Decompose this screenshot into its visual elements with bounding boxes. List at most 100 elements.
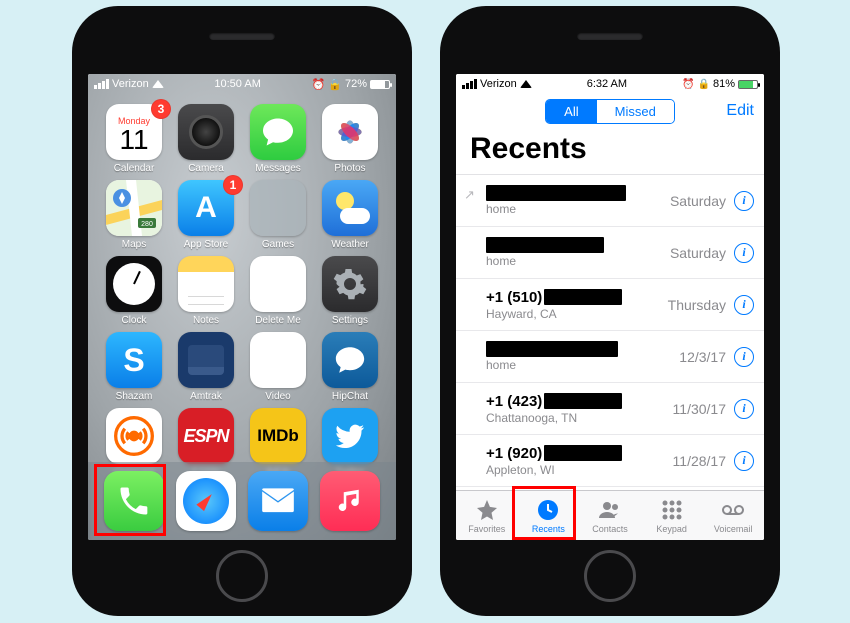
alarm-icon: ⏰ bbox=[312, 78, 326, 91]
folder-video[interactable]: Video bbox=[246, 332, 310, 402]
folder-games[interactable]: Games bbox=[246, 180, 310, 250]
call-main: home bbox=[486, 185, 670, 216]
folder-icon bbox=[250, 180, 306, 236]
info-icon[interactable]: i bbox=[734, 451, 754, 471]
imdb-icon: IMDb bbox=[250, 408, 306, 464]
edit-button[interactable]: Edit bbox=[726, 102, 754, 120]
app-shazam[interactable]: Shazam bbox=[102, 332, 166, 402]
iphone-right: Verizon 6:32 AM ⏰ 🔒 81% All Missed Edit bbox=[440, 6, 780, 616]
battery-percent: 72% bbox=[345, 78, 367, 90]
dock-mail[interactable] bbox=[248, 471, 308, 531]
call-main: +1 (510)Hayward, CA bbox=[486, 289, 668, 321]
svg-text:280: 280 bbox=[141, 221, 153, 228]
highlight-phone-app bbox=[94, 464, 166, 536]
redacted-name bbox=[544, 393, 622, 409]
call-source: Hayward, CA bbox=[486, 307, 668, 321]
app-hipchat[interactable]: HipChat bbox=[318, 332, 382, 402]
app-photos[interactable]: Photos bbox=[318, 104, 382, 174]
app-weather[interactable]: Weather bbox=[318, 180, 382, 250]
info-icon[interactable]: i bbox=[734, 243, 754, 263]
wifi-icon bbox=[520, 80, 532, 88]
tab-keypad[interactable]: Keypad bbox=[641, 497, 703, 534]
status-time: 6:32 AM bbox=[587, 78, 627, 90]
redacted-name bbox=[486, 237, 604, 253]
call-row[interactable]: ↗homeSaturdayi bbox=[456, 175, 764, 227]
call-source: home bbox=[486, 358, 679, 372]
carrier-label: Verizon bbox=[480, 78, 517, 90]
redacted-name bbox=[544, 289, 622, 305]
outgoing-icon: ↗ bbox=[464, 187, 475, 203]
call-date: Saturday bbox=[670, 245, 726, 261]
clock-icon bbox=[106, 256, 162, 312]
recents-screen: Verizon 6:32 AM ⏰ 🔒 81% All Missed Edit bbox=[456, 74, 764, 540]
maps-icon: 280 bbox=[106, 180, 162, 236]
app-camera[interactable]: Camera bbox=[174, 104, 238, 174]
info-icon[interactable]: i bbox=[734, 295, 754, 315]
call-list[interactable]: ↗homeSaturdayihomeSaturdayi+1 (510)Haywa… bbox=[456, 175, 764, 490]
call-row[interactable]: +1 (423)Chattanooga, TN11/30/17 i bbox=[456, 383, 764, 435]
signal-icon bbox=[94, 79, 109, 89]
app-clock[interactable]: Clock bbox=[102, 256, 166, 326]
call-name: +1 (510) bbox=[486, 289, 668, 306]
status-bar: Verizon 6:32 AM ⏰ 🔒 81% bbox=[456, 74, 764, 94]
tab-contacts[interactable]: Contacts bbox=[579, 497, 641, 534]
app-appstore[interactable]: 1 App Store bbox=[174, 180, 238, 250]
call-row[interactable]: home12/3/17 i bbox=[456, 331, 764, 383]
call-name: +1 (423) bbox=[486, 393, 673, 410]
call-source: Chattanooga, TN bbox=[486, 411, 673, 425]
dock-music[interactable] bbox=[320, 471, 380, 531]
call-name bbox=[486, 185, 670, 201]
app-messages[interactable]: Messages bbox=[246, 104, 310, 174]
app-notes[interactable]: Notes bbox=[174, 256, 238, 326]
camera-icon bbox=[178, 104, 234, 160]
messages-icon bbox=[250, 104, 306, 160]
call-name bbox=[486, 341, 679, 357]
info-icon[interactable]: i bbox=[734, 347, 754, 367]
highlight-recents-tab bbox=[512, 486, 576, 540]
call-main: home bbox=[486, 341, 679, 372]
contacts-icon bbox=[597, 497, 623, 523]
wifi-icon bbox=[152, 80, 164, 88]
segment-all[interactable]: All bbox=[546, 100, 596, 123]
home-button[interactable] bbox=[216, 550, 268, 602]
call-date: 11/30/17 bbox=[673, 401, 726, 417]
app-amtrak[interactable]: Amtrak bbox=[174, 332, 238, 402]
photos-icon bbox=[322, 104, 378, 160]
call-main: home bbox=[486, 237, 670, 268]
call-row[interactable]: +1 (920)Appleton, WI11/27/17i bbox=[456, 487, 764, 490]
folder-icon bbox=[250, 256, 306, 312]
shazam-icon bbox=[106, 332, 162, 388]
home-button[interactable] bbox=[584, 550, 636, 602]
info-icon[interactable]: i bbox=[734, 399, 754, 419]
info-icon[interactable]: i bbox=[734, 191, 754, 211]
call-row[interactable]: +1 (510)Hayward, CAThursday i bbox=[456, 279, 764, 331]
tab-favorites[interactable]: Favorites bbox=[456, 497, 518, 534]
weather-icon bbox=[322, 180, 378, 236]
call-source: home bbox=[486, 254, 670, 268]
badge: 3 bbox=[151, 99, 171, 119]
speaker-grille bbox=[209, 32, 275, 40]
home-screen: Verizon 10:50 AM ⏰ 🔒 72% Monday 11 3 Cal… bbox=[88, 74, 396, 540]
overcast-icon bbox=[106, 408, 162, 464]
status-time: 10:50 AM bbox=[214, 78, 260, 90]
app-calendar[interactable]: Monday 11 3 Calendar bbox=[102, 104, 166, 174]
call-row[interactable]: +1 (920)Appleton, WI11/28/17i bbox=[456, 435, 764, 487]
call-main: +1 (423)Chattanooga, TN bbox=[486, 393, 673, 425]
call-row[interactable]: homeSaturday i bbox=[456, 227, 764, 279]
app-maps[interactable]: 280 Maps bbox=[102, 180, 166, 250]
call-date: 12/3/17 bbox=[679, 349, 726, 365]
folder-icon bbox=[250, 332, 306, 388]
tab-voicemail[interactable]: Voicemail bbox=[702, 497, 764, 534]
call-date: Thursday bbox=[668, 297, 726, 313]
twitter-icon bbox=[322, 408, 378, 464]
app-grid: Monday 11 3 Calendar Camera Messages bbox=[88, 98, 396, 478]
app-settings[interactable]: Settings bbox=[318, 256, 382, 326]
dock-safari[interactable] bbox=[176, 471, 236, 531]
segment-missed[interactable]: Missed bbox=[597, 100, 674, 123]
carrier-label: Verizon bbox=[112, 78, 149, 90]
call-source: home bbox=[486, 202, 670, 216]
amtrak-icon bbox=[178, 332, 234, 388]
folder-deleteme[interactable]: Delete Me bbox=[246, 256, 310, 326]
speaker-grille bbox=[577, 32, 643, 40]
redacted-name bbox=[486, 185, 626, 201]
